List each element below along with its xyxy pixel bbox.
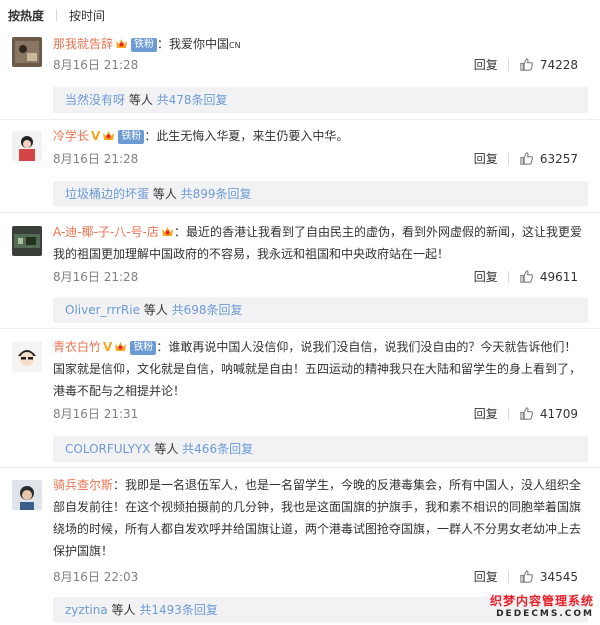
verified-v-icon: V	[103, 340, 113, 354]
comment-actions: 回复 74228	[474, 56, 578, 73]
comment-date: 8月16日 21:31	[53, 407, 139, 421]
comment-actions: 回复 34545	[474, 568, 578, 585]
like-count: 63257	[539, 151, 578, 166]
view-all-replies-link[interactable]: 共899条回复	[181, 187, 252, 201]
reply-button[interactable]: 回复	[474, 268, 498, 285]
divider	[507, 570, 509, 583]
username-link[interactable]: A-迪-椰-子-八-号-店	[53, 225, 159, 239]
comment-meta: 8月16日 22:03 回复 34545	[53, 568, 588, 585]
like-count: 34545	[539, 569, 578, 584]
sub-reply-user-link[interactable]: Oliver_rrrRie	[65, 303, 140, 317]
like-count: 41709	[539, 406, 578, 421]
comment-meta: 8月16日 21:31 回复 41709	[53, 405, 588, 422]
avatar[interactable]	[12, 131, 42, 161]
comment-actions: 回复 41709	[474, 405, 578, 422]
comment-meta: 8月16日 21:28 回复 63257	[53, 150, 588, 167]
divider	[0, 467, 600, 468]
comment-text: 青衣白竹 V 铁粉 ：谁敢再说中国人没信仰，说我们没自信，说我们没自由的？今天就告诉他…	[53, 336, 588, 402]
watermark-domain: DEDECMS.COM	[496, 609, 594, 619]
divider	[0, 119, 600, 120]
crown-icon	[116, 39, 128, 48]
view-all-replies-link[interactable]: 共466条回复	[182, 442, 253, 456]
divider	[507, 152, 509, 165]
username-link[interactable]: 冷学长	[53, 129, 89, 143]
reply-button[interactable]: 回复	[474, 150, 498, 167]
thumbs-up-icon	[520, 152, 533, 165]
divider	[0, 212, 600, 213]
like-count: 49611	[539, 269, 578, 284]
iron-fan-badge: 铁粉	[131, 38, 158, 52]
divider	[507, 270, 509, 283]
sub-reply-text: 等人	[139, 303, 172, 317]
comment-text: A-迪-椰-子-八-号-店 ：最近的香港让我看到了自由民主的虚伪，看到外网虚假的新…	[53, 221, 588, 265]
sub-reply-bar: COLORFULYYX 等人 共466条回复	[53, 436, 588, 462]
divider	[0, 328, 600, 329]
view-all-replies-link[interactable]: 共478条回复	[157, 93, 228, 107]
like-button[interactable]: 34545	[519, 569, 578, 584]
sort-by-time-tab[interactable]: 按时间	[69, 7, 105, 24]
comment-content: ：此生无悔入华夏，来生仍要入中华。	[144, 129, 349, 143]
divider	[507, 58, 509, 71]
divider	[507, 407, 509, 420]
verified-v-icon: V	[91, 129, 101, 143]
thumbs-up-icon	[520, 570, 533, 583]
comment-text: 冷学长 V 铁粉 ：此生无悔入华夏，来生仍要入中华。	[53, 125, 588, 147]
sub-reply-text: 等人	[149, 187, 181, 201]
watermark-title: 织梦内容管理系统	[489, 594, 594, 608]
view-all-replies-link[interactable]: 共698条回复	[172, 303, 243, 317]
view-all-replies-link[interactable]: 共1493条回复	[139, 603, 218, 617]
username-link[interactable]: 骑兵查尔斯	[53, 478, 113, 492]
iron-fan-badge: 铁粉	[118, 130, 145, 144]
avatar[interactable]	[12, 480, 42, 510]
avatar[interactable]	[12, 342, 42, 372]
username-link[interactable]: 青衣白竹	[53, 340, 101, 354]
like-button[interactable]: 74228	[519, 57, 578, 72]
sub-reply-bar: 当然没有呀 等人 共478条回复	[53, 87, 588, 113]
like-button[interactable]: 41709	[519, 406, 578, 421]
like-button[interactable]: 49611	[519, 269, 578, 284]
sub-reply-user-link[interactable]: COLORFULYYX	[65, 442, 151, 456]
sub-reply-text: 等人	[125, 93, 157, 107]
comment-date: 8月16日 21:28	[53, 270, 139, 284]
avatar[interactable]	[12, 37, 42, 67]
crown-icon	[115, 342, 127, 351]
sort-by-hot-tab[interactable]: 按热度	[8, 7, 44, 24]
crown-icon	[161, 227, 173, 236]
sub-reply-bar: Oliver_rrrRie 等人 共698条回复	[53, 297, 588, 323]
crown-icon	[103, 131, 115, 140]
avatar[interactable]	[12, 226, 42, 256]
comment-content: ：我爱你中国	[157, 37, 230, 51]
sub-reply-text: 等人	[107, 603, 140, 617]
watermark: 织梦内容管理系统 DEDECMS.COM	[490, 592, 594, 619]
sub-reply-user-link[interactable]: zyztina	[65, 603, 108, 617]
sub-reply-text: 等人	[150, 442, 183, 456]
thumbs-up-icon	[520, 270, 533, 283]
reply-button[interactable]: 回复	[474, 568, 498, 585]
username-link[interactable]: 那我就告辞	[53, 37, 113, 51]
comment-date: 8月16日 21:28	[53, 58, 139, 72]
comment-content: ：我即是一名退伍军人，也是一名留学生，今晚的反港毒集会，所有中国人，没人组织全部…	[53, 478, 582, 558]
comment-meta: 8月16日 21:28 回复 49611	[53, 268, 588, 285]
comment-text: 骑兵查尔斯：我即是一名退伍军人，也是一名留学生，今晚的反港毒集会，所有中国人，没…	[53, 474, 588, 562]
sub-reply-user-link[interactable]: 垃圾桶边的坏蛋	[65, 187, 149, 201]
like-count: 74228	[539, 57, 578, 72]
like-button[interactable]: 63257	[519, 151, 578, 166]
divider	[56, 9, 58, 21]
sub-reply-user-link[interactable]: 当然没有呀	[65, 93, 125, 107]
comment-date: 8月16日 21:28	[53, 152, 139, 166]
iron-fan-badge: 铁粉	[130, 341, 157, 355]
thumbs-up-icon	[520, 407, 533, 420]
sort-bar: 按热度 按时间	[0, 0, 600, 30]
sub-reply-bar: 垃圾桶边的坏蛋 等人 共899条回复	[53, 181, 588, 207]
reply-button[interactable]: 回复	[474, 405, 498, 422]
comment-date: 8月16日 22:03	[53, 570, 139, 584]
cn-tag: CN	[229, 41, 241, 50]
comment-meta: 8月16日 21:28 回复 74228	[53, 56, 588, 73]
comment-text: 那我就告辞 铁粉 ：我爱你中国CN	[53, 33, 588, 57]
comment-actions: 回复 49611	[474, 268, 578, 285]
thumbs-up-icon	[520, 58, 533, 71]
comment-actions: 回复 63257	[474, 150, 578, 167]
reply-button[interactable]: 回复	[474, 56, 498, 73]
